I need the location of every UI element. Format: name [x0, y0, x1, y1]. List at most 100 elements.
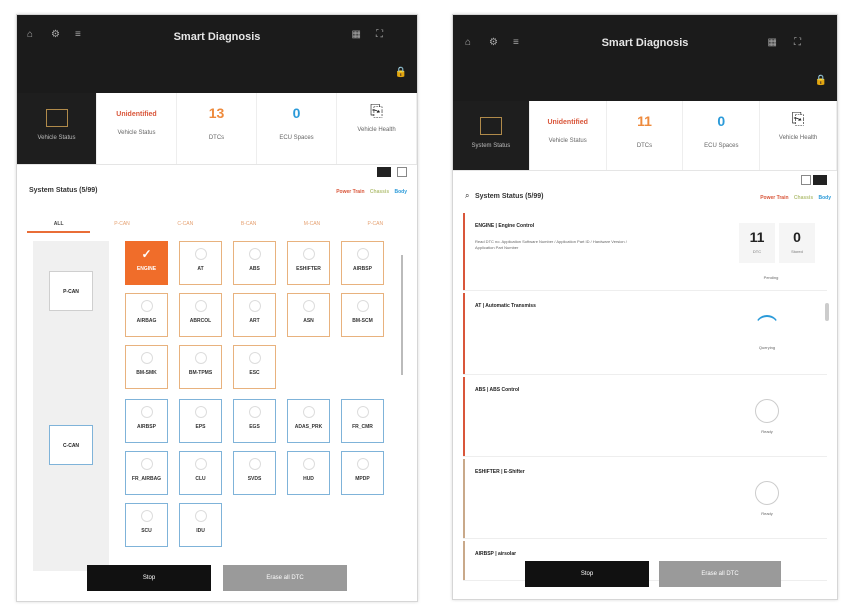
view-toggle-topology-icon[interactable] [801, 175, 811, 185]
row-dtc-count: 11 [749, 229, 765, 245]
row-status: Ready [761, 511, 773, 516]
system-status-title: System Status (5/99) [29, 187, 98, 194]
ecu-tile-label: ABS [249, 266, 260, 272]
status-circle-icon [140, 352, 153, 364]
erase-dtc-button[interactable]: Erase all DTC [659, 561, 781, 587]
ecu-tile-hud[interactable]: HUD [287, 451, 330, 495]
stop-button[interactable]: Stop [525, 561, 649, 587]
gateway-p-can[interactable]: P-CAN [49, 271, 93, 311]
view-toggle-list-icon[interactable] [813, 175, 827, 185]
scrollbar[interactable] [401, 255, 403, 375]
status-circle-icon [194, 248, 207, 260]
status-circle-icon [140, 406, 153, 418]
tab-p-can-2[interactable]: P-CAN [344, 221, 407, 233]
ready-check-icon [755, 481, 779, 505]
row-name: AIRBSP | airsolar [475, 551, 517, 557]
ecu-tile-clu[interactable]: CLU [179, 451, 222, 495]
search-icon[interactable]: ⌕ [465, 191, 469, 201]
expand-icon[interactable]: ⛶ [794, 37, 801, 48]
ecu-tile-abrcol[interactable]: ABRCOL [179, 293, 222, 337]
right-screen: ⌂ ⚙ ≡ Smart Diagnosis ▦ ⛶ 🔒 System Statu… [452, 14, 838, 600]
ecu-row-at[interactable]: AT | Automatic Transmiss Querying [463, 293, 829, 375]
ecu-tile-eps[interactable]: EPS [179, 399, 222, 443]
ecu-tile-fr-airbag[interactable]: FR_AIRBAG [125, 451, 168, 495]
ecu-tile-label: ABRCOL [189, 318, 212, 324]
tab-b-can[interactable]: B-CAN [217, 221, 280, 233]
health-cell[interactable]: ⎘ Vehicle Health [337, 93, 417, 164]
ecu-tile-bm-scm[interactable]: BM-SCM [341, 293, 384, 337]
row-stored-count: 0 [793, 229, 801, 245]
top-bar: ⌂ ⚙ ≡ Smart Diagnosis ▦ ⛶ 🔒 [17, 15, 417, 93]
dtc-count: 11 [637, 113, 652, 129]
vci-icon[interactable]: ▦ [352, 29, 361, 40]
ecu-tile-at[interactable]: AT [179, 241, 222, 285]
ecu-tile-label: SCU [141, 528, 152, 534]
ecu-tile-airbag[interactable]: AIRBAG [125, 293, 168, 337]
vci-icon[interactable]: ▦ [768, 37, 777, 48]
vehicle-status-icon [45, 109, 68, 127]
lock-icon[interactable]: 🔒 [395, 67, 407, 78]
system-status-label: System Status [471, 143, 511, 149]
ecu-tile-engine[interactable]: ✓ ENGINE [125, 241, 168, 285]
system-status-cell[interactable]: System Status [453, 101, 530, 170]
ecu-tile-bm-tpms[interactable]: BM-TPMS [179, 345, 222, 389]
ecu-tile-label: FR_CMR [352, 424, 373, 430]
ecu-cell[interactable]: 0 ECU Spaces [683, 101, 761, 170]
ecu-row-abs[interactable]: ABS | ABS Control Ready [463, 377, 827, 457]
scroll-handle[interactable] [825, 303, 829, 321]
legend-chassis: Chassis [793, 195, 814, 201]
ecu-tile-esc[interactable]: ESC [233, 345, 276, 389]
health-cell[interactable]: ⎘ Vehicle Health [760, 101, 837, 170]
ecu-tile-egs[interactable]: EGS [233, 399, 276, 443]
ecu-tile-svds[interactable]: SVDS [233, 451, 276, 495]
vehicle-status-sublabel: Vehicle Status [117, 130, 156, 136]
dtc-cell[interactable]: 13 DTCs [177, 93, 257, 164]
ecu-row-engine[interactable]: ENGINE | Engine Control Read DTC no. App… [463, 213, 827, 291]
ecu-tile-bm-smk[interactable]: BM-SMK [125, 345, 168, 389]
ecu-tile-mpdp[interactable]: MPDP [341, 451, 384, 495]
erase-dtc-button[interactable]: Erase all DTC [223, 565, 347, 591]
tab-all[interactable]: ALL [27, 221, 91, 233]
ecu-tile-asn[interactable]: ASN [287, 293, 330, 337]
tab-c-can[interactable]: C-CAN [154, 221, 217, 233]
dtc-cell[interactable]: 11 DTCs [607, 101, 684, 170]
ecu-cell[interactable]: 0 ECU Spaces [257, 93, 337, 164]
row-indicator [463, 293, 465, 374]
ecu-tile-label: BM-SCM [352, 318, 373, 324]
gateway-c-can[interactable]: C-CAN [49, 425, 93, 465]
tab-p-can[interactable]: P-CAN [90, 221, 153, 233]
ecu-tile-label: ESC [249, 370, 260, 376]
vehicle-status-sublabel: Vehicle Status [548, 138, 587, 144]
ecu-tile-art[interactable]: ART [233, 293, 276, 337]
ecu-tile-airbsp[interactable]: AIRBSP [125, 399, 168, 443]
system-status-icon [479, 117, 502, 135]
row-name: AT | Automatic Transmiss [475, 303, 536, 309]
ecu-tile-adas-prk[interactable]: ADAS_PRK [287, 399, 330, 443]
ecu-tile-label: ENGINE [136, 266, 157, 272]
system-legend: Power Train Chassis Body [332, 189, 407, 195]
status-circle-icon [248, 248, 261, 260]
status-circle-icon [302, 248, 315, 260]
ecu-tile-abs[interactable]: ABS [233, 241, 276, 285]
ecu-tile-label: CLU [195, 476, 206, 482]
lock-icon[interactable]: 🔒 [815, 75, 827, 86]
status-circle-icon [248, 458, 261, 470]
ecu-tile-fr-cmr[interactable]: FR_CMR [341, 399, 384, 443]
tab-m-can[interactable]: M-CAN [280, 221, 343, 233]
status-circle-icon [356, 300, 369, 312]
ecu-tile-eshifter[interactable]: ESHIFTER [287, 241, 330, 285]
expand-icon[interactable]: ⛶ [376, 29, 383, 40]
ecu-tile-label: BM-SMK [136, 370, 157, 376]
view-toggle-list-icon[interactable] [397, 167, 407, 177]
ecu-tile-label: ADAS_PRK [294, 424, 323, 430]
ecu-tile-scu[interactable]: SCU [125, 503, 168, 547]
unidentified-text: Unidentified [547, 119, 588, 126]
ecu-tile-idu[interactable]: IDU [179, 503, 222, 547]
vehicle-status-cell[interactable]: Vehicle Status [17, 93, 97, 164]
view-toggle-topology-icon[interactable] [377, 167, 391, 177]
dtc-label: DTCs [208, 135, 225, 141]
stop-button[interactable]: Stop [87, 565, 211, 591]
ecu-row-eshifter[interactable]: ESHIFTER | E-Shifter Ready [463, 459, 827, 539]
status-circle-icon [356, 458, 369, 470]
ecu-tile-airbsp[interactable]: AIRBSP [341, 241, 384, 285]
